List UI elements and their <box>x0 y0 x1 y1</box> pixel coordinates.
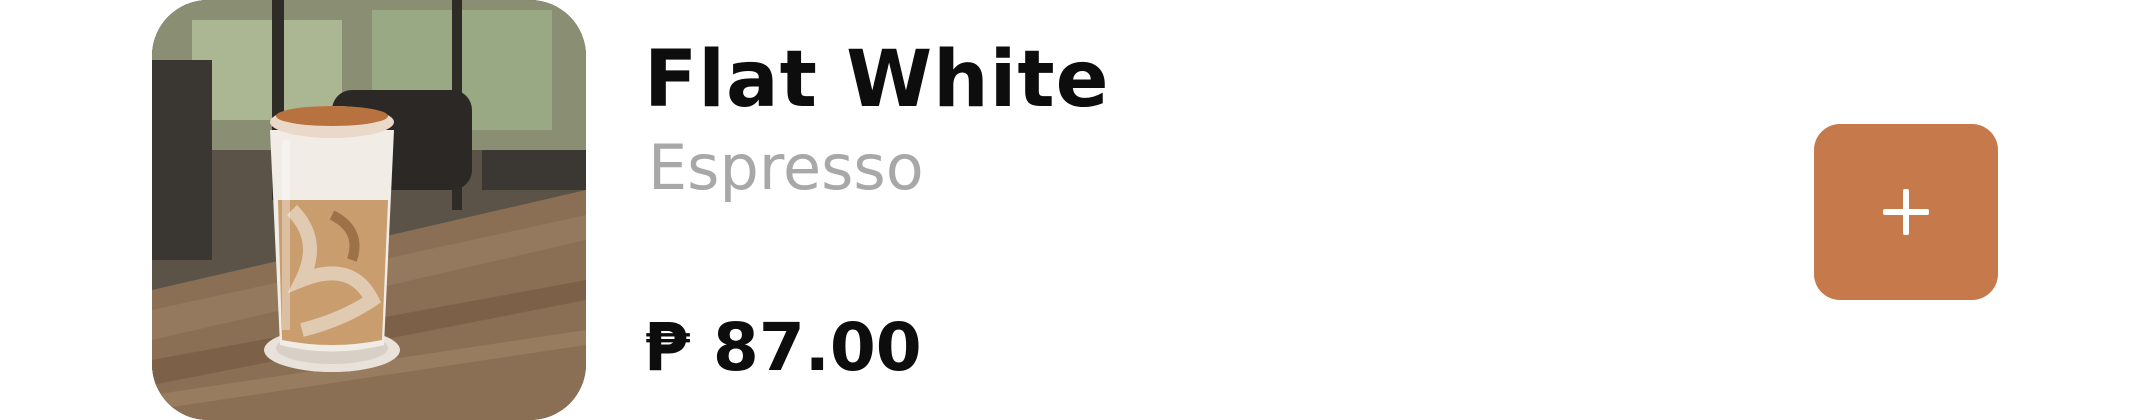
plus-icon <box>1883 189 1929 235</box>
product-price: ₱ 87.00 <box>644 309 922 386</box>
product-row[interactable]: Flat White Espresso ₱ 87.00 <box>0 0 2132 420</box>
product-category: Espresso <box>648 131 924 204</box>
product-image <box>152 0 586 420</box>
product-name: Flat White <box>644 35 1110 125</box>
add-to-cart-button[interactable] <box>1814 124 1998 300</box>
